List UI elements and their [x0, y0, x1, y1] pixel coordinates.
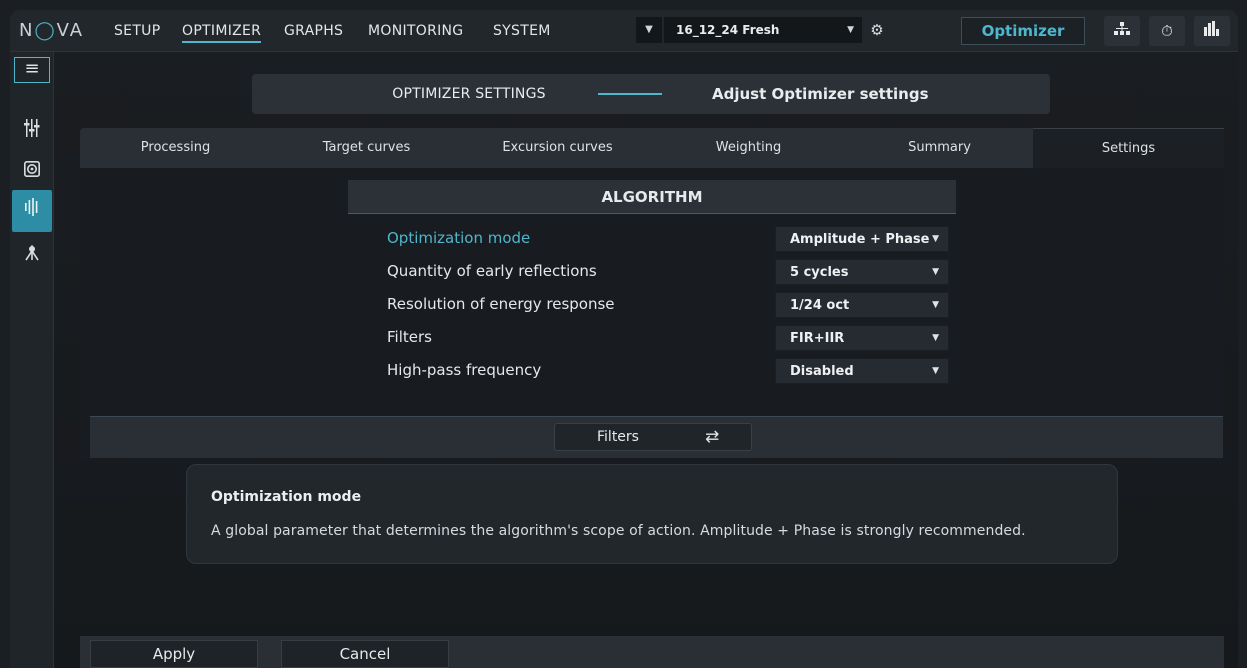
- select-value: FIR+IIR: [790, 331, 845, 346]
- stopwatch-icon[interactable]: ⏱: [1149, 16, 1185, 46]
- apply-button[interactable]: Apply: [90, 640, 258, 668]
- chevron-down-icon: ▼: [932, 234, 939, 244]
- help-text: A global parameter that determines the a…: [211, 523, 1026, 539]
- high-pass-select[interactable]: Disabled ▼: [775, 358, 949, 384]
- param-label-optimization-mode: Optimization mode: [387, 229, 531, 247]
- filters-button[interactable]: Filters ⇄: [554, 423, 752, 451]
- tab-excursion-curves[interactable]: Excursion curves: [462, 128, 653, 168]
- mixer-icon[interactable]: [16, 116, 48, 148]
- action-bar: Apply Cancel: [80, 636, 1224, 668]
- tab-processing[interactable]: Processing: [80, 128, 271, 168]
- tab-target-curves[interactable]: Target curves: [271, 128, 462, 168]
- nav-graphs[interactable]: GRAPHS: [284, 23, 343, 39]
- chevron-down-icon: ▼: [932, 267, 939, 277]
- algorithm-section-title: ALGORITHM: [348, 180, 956, 214]
- optimizer-module-button[interactable]: Optimizer: [961, 17, 1085, 45]
- filters-bar: Filters ⇄: [90, 416, 1223, 458]
- early-reflections-select[interactable]: 5 cycles ▼: [775, 259, 949, 285]
- refresh-icon: ⇄: [705, 427, 720, 447]
- param-label-early-reflections: Quantity of early reflections: [387, 262, 597, 280]
- optimization-mode-select[interactable]: Amplitude + Phase ▼: [775, 226, 949, 252]
- nav-monitoring[interactable]: MONITORING: [368, 23, 463, 39]
- left-sidebar: ≡: [10, 52, 54, 668]
- preset-select[interactable]: 16_12_24 Fresh ▼: [664, 17, 862, 43]
- tab-weighting[interactable]: Weighting: [653, 128, 844, 168]
- chevron-down-icon: ▼: [932, 300, 939, 310]
- select-value: Disabled: [790, 364, 854, 379]
- filters-button-label: Filters: [597, 429, 639, 445]
- main-panel: OPTIMIZER SETTINGS Adjust Optimizer sett…: [54, 52, 1238, 668]
- tab-summary[interactable]: Summary: [844, 128, 1035, 168]
- nav-system[interactable]: SYSTEM: [493, 23, 551, 39]
- select-value: 1/24 oct: [790, 298, 850, 313]
- network-icon[interactable]: [1104, 16, 1140, 46]
- preset-name: 16_12_24 Fresh: [676, 23, 780, 37]
- hamburger-icon[interactable]: ≡: [14, 57, 50, 83]
- help-info-box: Optimization mode A global parameter tha…: [186, 464, 1118, 564]
- energy-resolution-select[interactable]: 1/24 oct ▼: [775, 292, 949, 318]
- nav-setup[interactable]: SETUP: [114, 23, 160, 39]
- select-value: 5 cycles: [790, 265, 849, 280]
- preset-dropdown-arrow[interactable]: ▼: [636, 17, 662, 43]
- optimizer-tabs: Processing Target curves Excursion curve…: [80, 128, 1224, 168]
- chevron-down-icon: ▼: [932, 366, 939, 376]
- filters-select[interactable]: FIR+IIR ▼: [775, 325, 949, 351]
- cancel-button[interactable]: Cancel: [281, 640, 449, 668]
- help-title: Optimization mode: [211, 489, 362, 505]
- top-navigation-bar: N◯VA SETUP OPTIMIZER GRAPHS MONITORING S…: [10, 10, 1238, 52]
- speaker-icon[interactable]: [16, 156, 48, 188]
- app-window: N◯VA SETUP OPTIMIZER GRAPHS MONITORING S…: [10, 10, 1238, 668]
- param-label-energy-resolution: Resolution of energy response: [387, 295, 615, 313]
- page-subtitle: Adjust Optimizer settings: [712, 85, 929, 103]
- param-label-filters: Filters: [387, 328, 432, 346]
- param-label-high-pass: High-pass frequency: [387, 361, 542, 379]
- select-value: Amplitude + Phase: [790, 232, 930, 247]
- chevron-down-icon: ▼: [847, 25, 854, 35]
- chevron-down-icon: ▼: [932, 333, 939, 343]
- tab-settings[interactable]: Settings: [1033, 128, 1224, 168]
- bar-chart-icon[interactable]: [1194, 16, 1230, 46]
- nova-logo: N◯VA: [19, 20, 85, 41]
- waveform-icon[interactable]: [12, 190, 52, 232]
- settings-header: OPTIMIZER SETTINGS Adjust Optimizer sett…: [252, 74, 1050, 114]
- header-divider: [598, 93, 662, 95]
- gear-icon[interactable]: ⚙: [866, 17, 888, 43]
- nav-optimizer[interactable]: OPTIMIZER: [182, 23, 262, 43]
- tripod-icon[interactable]: [16, 240, 48, 272]
